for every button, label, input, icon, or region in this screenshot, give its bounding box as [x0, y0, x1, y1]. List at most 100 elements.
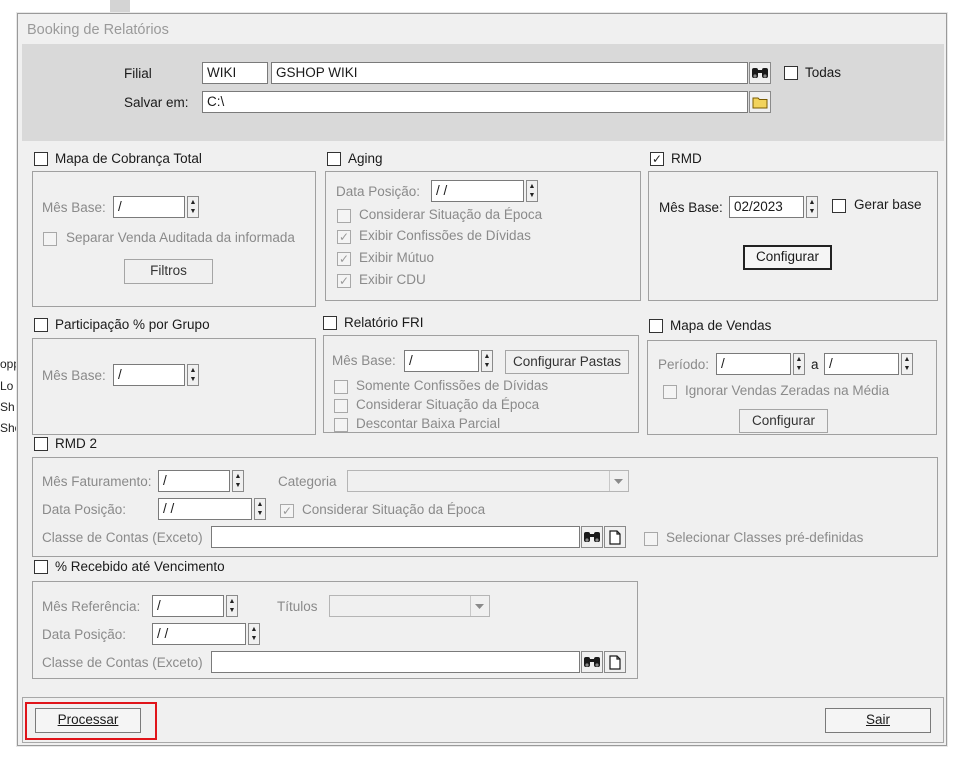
rmd2-data-posicao-label: Data Posição:: [42, 502, 127, 517]
ignorar-checkbox[interactable]: [663, 385, 677, 399]
rmd2-considerar-checkbox[interactable]: ✓: [280, 504, 294, 518]
chevron-down-icon: [475, 603, 484, 609]
background-text: Lo: [0, 379, 14, 393]
binoculars-icon: [584, 532, 600, 542]
fri-mes-base-spinner[interactable]: ▲ ▼: [481, 350, 493, 372]
cdu-label: Exibir CDU: [359, 272, 426, 287]
participacao-checkbox[interactable]: [34, 318, 48, 332]
participacao-mes-base-spinner[interactable]: ▲ ▼: [187, 364, 199, 386]
todas-checkbox[interactable]: [784, 66, 798, 80]
cdu-checkbox[interactable]: ✓: [337, 274, 351, 288]
fri-mes-base-label: Mês Base:: [332, 353, 396, 368]
periodo-from-spinner[interactable]: ▲ ▼: [793, 353, 805, 375]
chevron-down-icon: [614, 478, 623, 484]
filial-code-input[interactable]: WIKI: [202, 62, 268, 84]
mapa-vendas-checkbox[interactable]: [649, 319, 663, 333]
filial-name-input[interactable]: GSHOP WIKI: [271, 62, 748, 84]
mutuo-checkbox[interactable]: ✓: [337, 252, 351, 266]
recebido-group: Mês Referência: / ▲ ▼ Títulos Data Posiçã…: [32, 581, 638, 679]
mapa-cobranca-title: Mapa de Cobrança Total: [55, 151, 202, 166]
data-posicao-spinner[interactable]: ▲ ▼: [526, 180, 538, 202]
salvar-path-input[interactable]: C:\: [202, 91, 748, 113]
recebido-classe-search-button[interactable]: [581, 651, 603, 673]
fri-considerar-label: Considerar Situação da Época: [356, 397, 540, 412]
periodo-to-input[interactable]: /: [824, 353, 899, 375]
configurar-pastas-button[interactable]: Configurar Pastas: [505, 350, 629, 374]
selecionar-classes-checkbox[interactable]: [644, 532, 658, 546]
rmd2-checkbox[interactable]: [34, 437, 48, 451]
mapa-vendas-title: Mapa de Vendas: [670, 318, 772, 333]
titulos-dropdown[interactable]: [470, 596, 488, 616]
mapa-vendas-group: Período: / ▲ ▼ a / ▲ ▼ Ignorar Vendas Zera…: [647, 340, 937, 435]
salvar-label: Salvar em:: [124, 95, 189, 110]
rmd-mes-base-input[interactable]: 02/2023: [729, 196, 804, 218]
descontar-checkbox[interactable]: [334, 418, 348, 432]
recebido-data-posicao-input[interactable]: / /: [152, 623, 246, 645]
binoculars-icon: [584, 657, 600, 667]
salvar-browse-button[interactable]: [749, 91, 771, 113]
folder-icon: [752, 97, 768, 108]
fri-mes-base-input[interactable]: /: [404, 350, 479, 372]
booking-dialog: Booking de Relatórios Filial WIKI GSHOP …: [17, 13, 947, 746]
binoculars-icon: [752, 68, 768, 78]
fri-considerar-checkbox[interactable]: [334, 399, 348, 413]
fri-checkbox[interactable]: [323, 316, 337, 330]
rmd2-classe-input[interactable]: [211, 526, 580, 548]
filtros-button[interactable]: Filtros: [124, 259, 213, 284]
periodo-separator: a: [811, 357, 819, 372]
ignorar-label: Ignorar Vendas Zeradas na Média: [685, 383, 890, 398]
rmd2-group: Mês Faturamento: / ▲ ▼ Categoria Data Pos…: [32, 457, 938, 557]
recebido-checkbox[interactable]: [34, 560, 48, 574]
mes-faturamento-input[interactable]: /: [158, 470, 230, 492]
separar-checkbox[interactable]: [43, 232, 57, 246]
rmd-checkbox[interactable]: ✓: [650, 152, 664, 166]
titulos-select[interactable]: [329, 595, 490, 617]
dialog-title: Booking de Relatórios: [18, 14, 946, 44]
background-text: opp: [0, 357, 18, 371]
categoria-select[interactable]: [347, 470, 629, 492]
considerar-checkbox[interactable]: [337, 209, 351, 223]
confissoes-checkbox[interactable]: ✓: [337, 230, 351, 244]
aging-title: Aging: [348, 151, 383, 166]
processar-button[interactable]: Processar: [35, 708, 141, 733]
rmd-mes-base-spinner[interactable]: ▲ ▼: [806, 196, 818, 218]
rmd2-classe-new-button[interactable]: [604, 526, 626, 548]
aging-checkbox[interactable]: [327, 152, 341, 166]
mes-referencia-input[interactable]: /: [152, 595, 224, 617]
rmd-configurar-button[interactable]: Configurar: [743, 245, 832, 270]
fri-title: Relatório FRI: [344, 315, 424, 330]
recebido-classe-new-button[interactable]: [604, 651, 626, 673]
mes-base-spinner[interactable]: ▲ ▼: [187, 196, 199, 218]
rmd2-data-posicao-spinner[interactable]: ▲ ▼: [254, 498, 266, 520]
background-bar: [110, 0, 130, 13]
participacao-mes-base-input[interactable]: /: [113, 364, 185, 386]
recebido-data-posicao-spinner[interactable]: ▲ ▼: [248, 623, 260, 645]
periodo-label: Período:: [658, 357, 710, 372]
processar-label: Processar: [57, 712, 119, 727]
sair-button[interactable]: Sair: [825, 708, 931, 733]
rmd2-classe-label: Classe de Contas (Exceto): [42, 530, 203, 545]
rmd-title: RMD: [671, 151, 702, 166]
categoria-label: Categoria: [278, 474, 337, 489]
mapa-vendas-configurar-button[interactable]: Configurar: [739, 409, 828, 433]
rmd2-classe-search-button[interactable]: [581, 526, 603, 548]
gerar-base-checkbox[interactable]: [832, 199, 846, 213]
data-posicao-input[interactable]: / /: [431, 180, 524, 202]
mes-base-input[interactable]: /: [113, 196, 185, 218]
participacao-group: Mês Base: / ▲ ▼: [32, 338, 316, 435]
rmd2-data-posicao-input[interactable]: / /: [158, 498, 252, 520]
recebido-title: % Recebido até Vencimento: [55, 559, 225, 574]
mes-base-label: Mês Base:: [42, 200, 106, 215]
periodo-from-input[interactable]: /: [716, 353, 791, 375]
somente-confissoes-label: Somente Confissões de Dívidas: [356, 378, 549, 393]
new-document-icon: [609, 529, 621, 545]
somente-confissoes-checkbox[interactable]: [334, 380, 348, 394]
mes-referencia-spinner[interactable]: ▲ ▼: [226, 595, 238, 617]
categoria-dropdown[interactable]: [609, 471, 627, 491]
mapa-cobranca-checkbox[interactable]: [34, 152, 48, 166]
recebido-classe-input[interactable]: [211, 651, 580, 673]
mes-faturamento-spinner[interactable]: ▲ ▼: [232, 470, 244, 492]
filial-search-button[interactable]: [749, 62, 771, 84]
footer-panel: Processar Sair: [22, 697, 944, 743]
periodo-to-spinner[interactable]: ▲ ▼: [901, 353, 913, 375]
